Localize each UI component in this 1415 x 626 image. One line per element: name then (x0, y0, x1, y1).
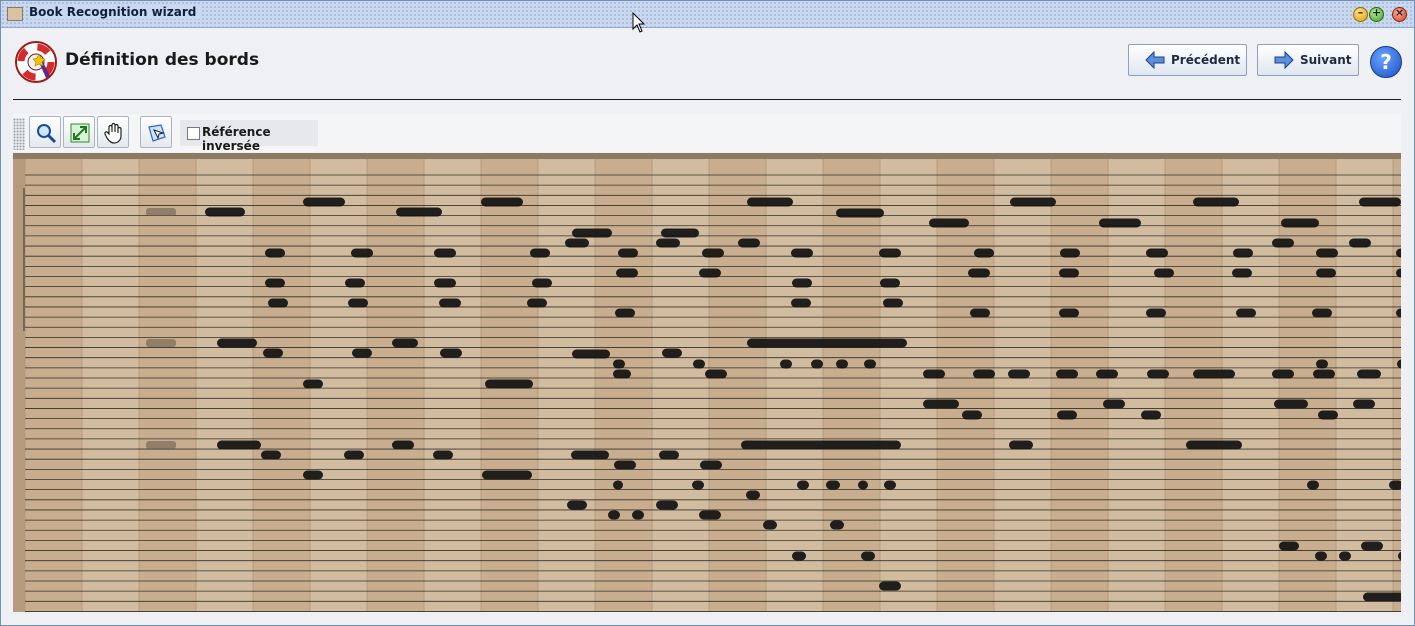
reverse-reference-label: Référence inversée (202, 125, 271, 153)
arrow-right-icon (1274, 51, 1294, 69)
select-button[interactable] (140, 116, 172, 148)
fit-button[interactable] (63, 116, 95, 148)
select-icon (148, 124, 166, 142)
previous-button[interactable]: Précédent (1128, 44, 1247, 76)
close-button[interactable]: × (1392, 6, 1407, 22)
reverse-reference-option[interactable]: Référence inversée (180, 120, 318, 153)
maximize-button[interactable]: + (1369, 6, 1384, 22)
minimize-button[interactable]: – (1353, 6, 1368, 22)
wizard-header: Définition des bords Précédent Suivant ? (1, 28, 1414, 98)
zoom-button[interactable] (29, 116, 61, 148)
viewer-toolbar: Référence inversée (13, 114, 1401, 153)
app-window: Book Recognition wizard – + × Définition… (0, 0, 1415, 626)
zoom-icon (37, 124, 57, 144)
next-button[interactable]: Suivant (1257, 44, 1359, 76)
mouse-cursor-icon (632, 12, 646, 33)
pan-button[interactable] (97, 116, 129, 148)
arrow-left-icon (1145, 51, 1165, 69)
previous-label: Précédent (1171, 53, 1241, 67)
toolbar-grip[interactable] (13, 118, 25, 150)
header-separator (13, 99, 1401, 100)
next-label: Suivant (1300, 53, 1352, 67)
window-title: Book Recognition wizard (29, 5, 203, 19)
fit-icon (70, 123, 90, 143)
help-button[interactable]: ? (1370, 46, 1402, 78)
page-title: Définition des bords (65, 50, 260, 70)
pan-hand-icon (104, 122, 122, 144)
title-bar[interactable]: Book Recognition wizard – + × (1, 1, 1414, 28)
book-scan-image[interactable] (13, 153, 1401, 612)
reverse-reference-checkbox[interactable] (187, 127, 200, 140)
app-icon (7, 7, 23, 21)
book-image-viewer[interactable] (13, 153, 1401, 612)
wizard-logo-icon (15, 41, 57, 83)
